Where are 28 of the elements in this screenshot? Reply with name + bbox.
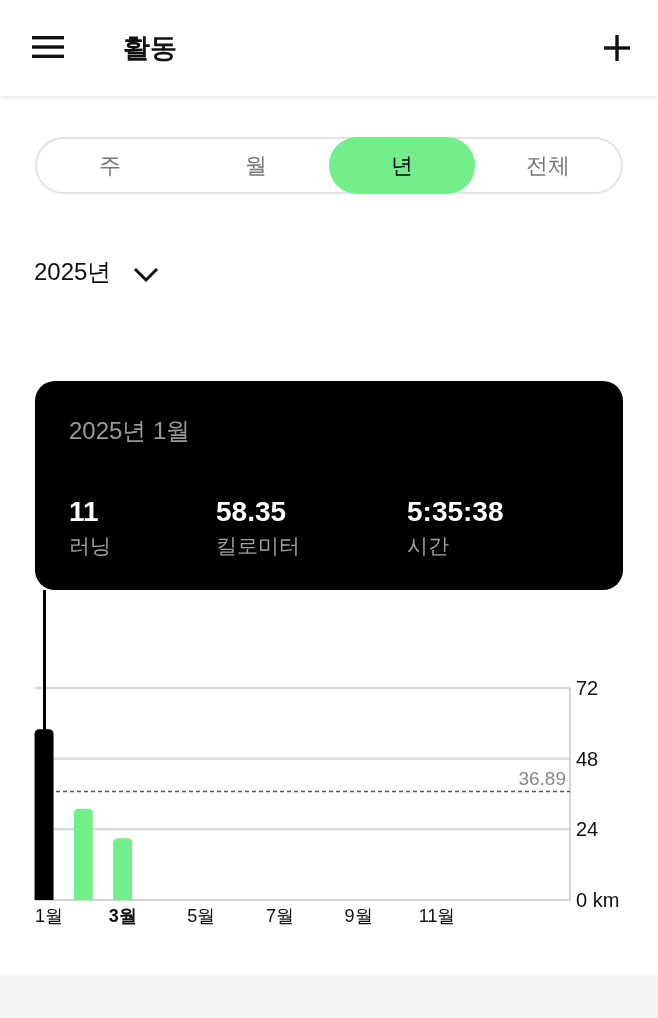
x-axis-label: 1월 (35, 906, 63, 926)
year-selector[interactable]: 2025년 (34, 252, 160, 292)
period-tab[interactable]: 년 (329, 137, 475, 194)
stat-value: 58.35 (216, 495, 287, 529)
y-axis-label: 0 km (576, 889, 620, 911)
x-axis-label: 7월 (265, 906, 294, 926)
chevron-down-icon (133, 267, 160, 283)
stat-label: 킬로미터 (216, 533, 300, 559)
stat-label: 러닝 (69, 533, 111, 559)
period-tab[interactable]: 전체 (475, 137, 621, 194)
page-title: 활동 (123, 32, 178, 65)
period-tab[interactable]: 주 (37, 137, 183, 194)
tooltip-title: 2025년 1월 (69, 416, 192, 446)
y-axis-label: 48 (576, 747, 599, 770)
x-axis-label: 3월 (108, 906, 137, 926)
selected-bar[interactable] (34, 729, 54, 900)
y-axis-label: 72 (576, 677, 599, 699)
x-axis-label: 9월 (344, 906, 373, 926)
x-axis-label: 11월 (418, 906, 456, 926)
period-tab[interactable]: 월 (183, 137, 329, 194)
stat-label: 시간 (407, 533, 449, 559)
stat-value: 5:35:38 (407, 495, 504, 529)
stat-value: 11 (69, 495, 99, 529)
menu-icon[interactable] (32, 36, 64, 58)
x-axis-label: 5월 (187, 906, 216, 926)
add-icon[interactable] (604, 35, 630, 61)
y-axis-label: 24 (576, 818, 599, 841)
average-label: 36.89 (518, 768, 566, 790)
